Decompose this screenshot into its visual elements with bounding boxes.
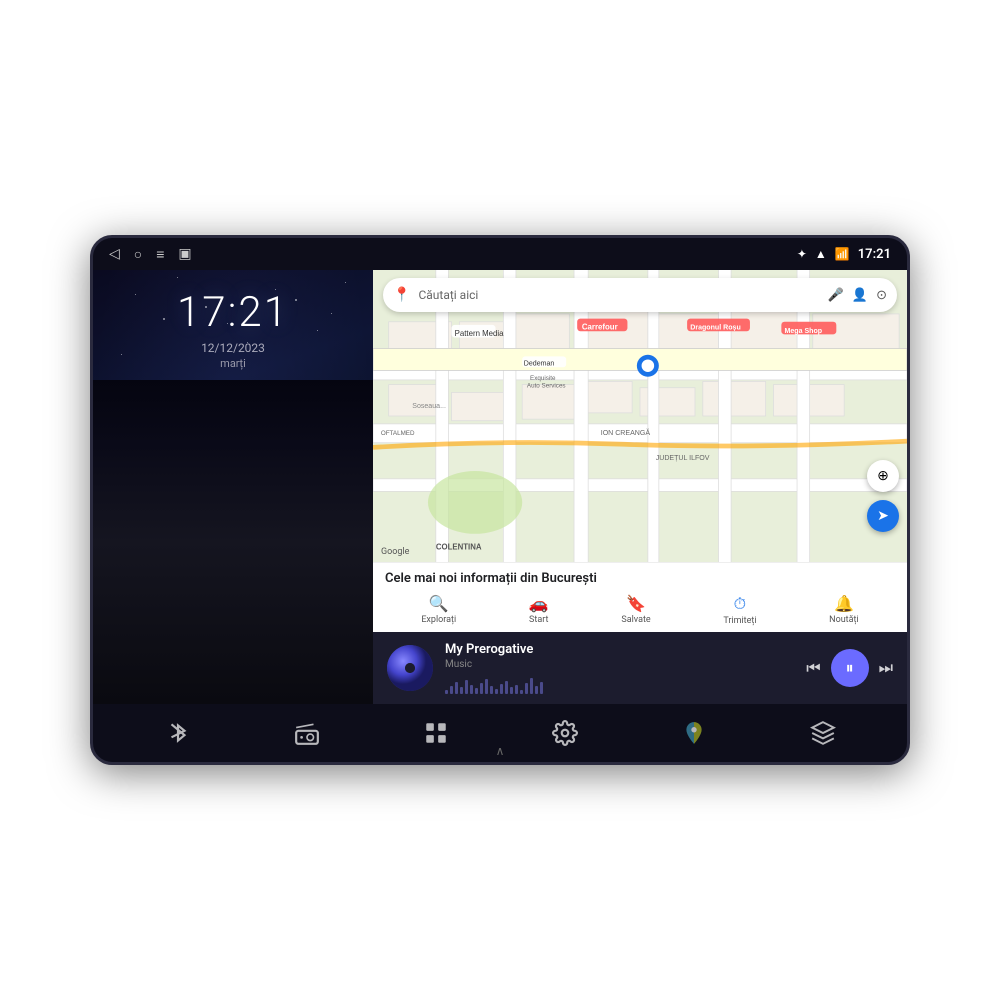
dock-radio[interactable] [294,720,320,746]
music-player: My Prerogative Music [373,632,907,704]
account-icon[interactable]: 👤 [852,288,868,303]
bottom-dock: ∧ [93,704,907,762]
music-title: My Prerogative [445,642,794,657]
maps-info-title: Cele mai noi informații din București [385,571,895,586]
dock-bluetooth[interactable] [165,720,191,746]
dock-maps[interactable] [681,720,707,746]
prev-button[interactable]: ⏮ [806,658,820,678]
bluetooth-status-icon: ✦ [797,247,807,261]
nav-buttons: ◁ ○ ≡ ▣ [109,246,192,263]
svg-text:Dragonul Roșu: Dragonul Roșu [690,325,741,332]
svg-text:ION CREANGĂ: ION CREANGĂ [601,428,651,437]
maps-nav-tabs: 🔍 Explorați 🚗 Start 🔖 Salvate ⏱ Trimiteț… [385,592,895,628]
day-display: marți [220,357,246,370]
mic-search-icon[interactable]: 🎤 [828,288,844,303]
dock-settings[interactable] [552,720,578,746]
news-icon: 🔔 [834,594,854,613]
play-pause-button[interactable]: ⏸ [831,649,869,687]
map-container: Pattern Media Carrefour Dragonul Roșu Me… [373,270,907,562]
music-waveform [445,674,794,694]
svg-text:Pattern Media: Pattern Media [455,329,504,338]
maps-bottom-bar: Cele mai noi informații din București 🔍 … [373,562,907,632]
main-content: 17:21 12/12/2023 marți [93,270,907,704]
start-icon: 🚗 [529,594,549,613]
pause-icon: ⏸ [846,658,854,678]
next-button[interactable]: ⏭ [879,658,893,678]
svg-text:Mega Shop: Mega Shop [784,328,822,335]
bottom-chevron-icon[interactable]: ∧ [496,744,505,758]
navigate-icon: ➤ [877,508,889,524]
music-info: My Prerogative Music [445,642,794,694]
svg-text:Soseaua...: Soseaua... [412,403,446,410]
device-frame: ◁ ○ ≡ ▣ ✦ ▲ 📶 17:21 [90,235,910,765]
map-navigate-button[interactable]: ➤ [867,500,899,532]
tab-noutăți-label: Noutăți [829,615,859,625]
status-bar: ◁ ○ ≡ ▣ ✦ ▲ 📶 17:21 [93,238,907,270]
map-search-bar[interactable]: 📍 Căutați aici 🎤 👤 ⊙ [383,278,897,312]
map-svg-area: Pattern Media Carrefour Dragonul Roșu Me… [373,270,907,562]
tab-noutăți[interactable]: 🔔 Noutăți [821,592,867,628]
recent-icon[interactable]: ▣ [178,246,191,262]
explore-icon: 🔍 [429,594,449,613]
send-icon: ⏱ [734,594,746,614]
map-location-button[interactable]: ⊕ [867,460,899,492]
more-options-icon[interactable]: ⊙ [876,288,887,303]
svg-text:OFTALMED: OFTALMED [381,430,415,437]
left-panel: 17:21 12/12/2023 marți [93,270,373,704]
back-icon[interactable]: ◁ [109,246,120,262]
tab-trimiteți[interactable]: ⏱ Trimiteți [715,592,764,628]
svg-text:Carrefour: Carrefour [582,323,618,332]
search-input[interactable]: Căutați aici [418,288,819,302]
signal-status-icon: 📶 [835,247,850,261]
menu-icon[interactable]: ≡ [156,246,164,263]
tab-explorați-label: Explorați [421,615,456,625]
date-display: 12/12/2023 [201,341,265,355]
google-logo: Google [381,547,409,557]
tab-trimiteți-label: Trimiteți [723,616,756,626]
svg-text:Exquisite: Exquisite [530,375,556,382]
tab-explorați[interactable]: 🔍 Explorați [413,592,464,628]
home-icon[interactable]: ○ [134,246,142,263]
svg-text:Dedeman: Dedeman [524,361,555,368]
dock-cube[interactable] [810,720,836,746]
status-indicators: ✦ ▲ 📶 17:21 [797,247,891,262]
right-panel: Pattern Media Carrefour Dragonul Roșu Me… [373,270,907,704]
saved-icon: 🔖 [626,594,646,613]
svg-text:Auto Services: Auto Services [527,383,566,390]
clock-display: 17:21 [177,288,289,337]
tab-salvate[interactable]: 🔖 Salvate [613,592,658,628]
svg-text:COLENTINA: COLENTINA [436,543,482,552]
wifi-status-icon: ▲ [815,247,827,261]
google-maps-pin-icon: 📍 [393,287,410,303]
music-controls: ⏮ ⏸ ⏭ [806,649,893,687]
tab-salvate-label: Salvate [621,615,650,625]
dock-apps[interactable] [423,720,449,746]
car-tunnel-visual [93,380,373,704]
crosshair-icon: ⊕ [877,468,889,484]
tab-start-label: Start [529,615,548,625]
tab-start[interactable]: 🚗 Start [521,592,557,628]
album-art [387,645,433,691]
music-subtitle: Music [445,659,794,670]
svg-text:JUDEȚUL ILFOV: JUDEȚUL ILFOV [656,455,710,462]
status-time: 17:21 [858,247,891,262]
